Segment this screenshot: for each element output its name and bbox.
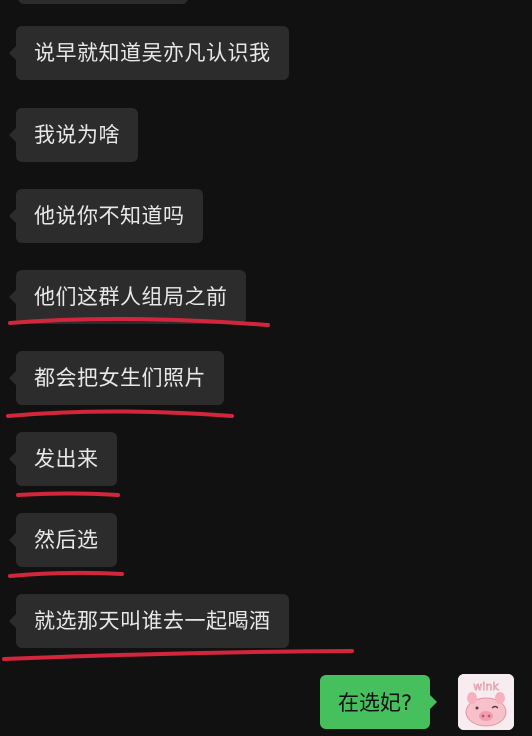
received-message-1[interactable]: 说早就知道吴亦凡认识我 <box>9 26 289 80</box>
underline-4 <box>8 570 124 578</box>
underline-5 <box>2 649 354 661</box>
pig-avatar-icon: wink <box>458 674 514 730</box>
received-message-3[interactable]: 他说你不知道吗 <box>9 189 203 243</box>
received-message-8[interactable]: 就选那天叫谁去一起喝酒 <box>9 594 289 648</box>
received-message-6[interactable]: 发出来 <box>9 432 117 486</box>
received-message-2[interactable]: 我说为啥 <box>9 108 138 162</box>
received-message-4[interactable]: 他们这群人组局之前 <box>9 270 246 324</box>
received-message-7[interactable]: 然后选 <box>9 513 117 567</box>
previous-message-fragment <box>18 0 188 4</box>
underline-2 <box>6 409 234 418</box>
avatar-wink-text: wink <box>473 680 499 693</box>
user-avatar[interactable]: wink <box>458 674 514 730</box>
sent-message[interactable]: 在选妃? <box>320 675 438 729</box>
received-message-5[interactable]: 都会把女生们照片 <box>9 351 224 405</box>
underline-3 <box>16 491 120 497</box>
